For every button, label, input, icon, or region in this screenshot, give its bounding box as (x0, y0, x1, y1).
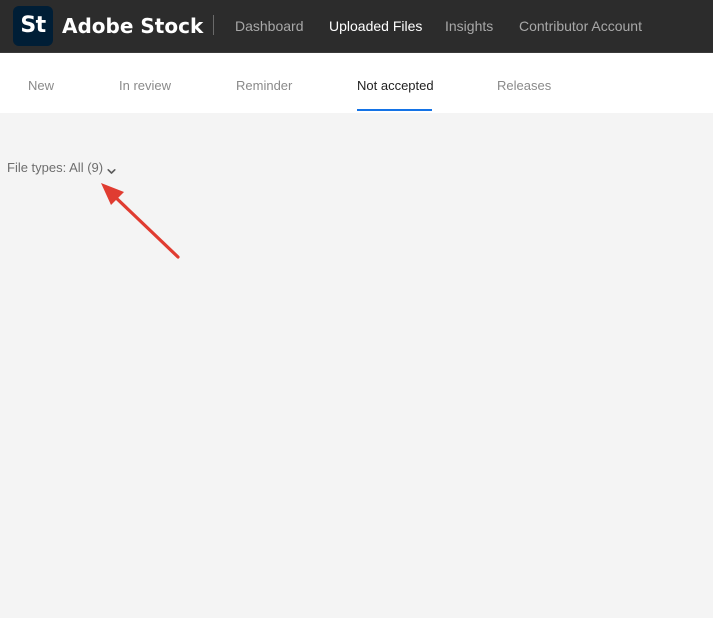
brand-divider (213, 15, 214, 35)
file-types-filter[interactable]: File types: All (9) (7, 160, 116, 176)
tab-not-accepted[interactable]: Not accepted (357, 78, 434, 94)
brand-name[interactable]: Adobe Stock (62, 11, 203, 41)
nav-contributor-account[interactable]: Contributor Account (519, 17, 642, 35)
active-tab-indicator (357, 109, 432, 111)
nav-dashboard[interactable]: Dashboard (235, 17, 304, 35)
top-bar: St Adobe Stock Dashboard Uploaded Files … (0, 0, 713, 53)
tab-releases[interactable]: Releases (497, 78, 551, 94)
chevron-down-icon (107, 164, 116, 174)
status-tabs: New In review Reminder Not accepted Rele… (0, 53, 713, 113)
file-types-label: File types: All (9) (7, 160, 104, 175)
tab-reminder[interactable]: Reminder (236, 78, 292, 94)
nav-insights[interactable]: Insights (445, 17, 493, 35)
adobe-stock-logo[interactable]: St (13, 6, 53, 46)
nav-uploaded-files[interactable]: Uploaded Files (329, 17, 422, 35)
tab-new[interactable]: New (28, 78, 54, 94)
tab-in-review[interactable]: In review (119, 78, 171, 94)
